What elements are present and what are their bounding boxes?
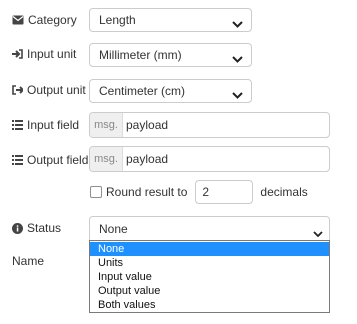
round-label: Round result to xyxy=(106,185,188,199)
chevron-down-icon xyxy=(313,226,323,240)
type-selector[interactable]: msg. xyxy=(90,147,123,171)
status-select[interactable]: None xyxy=(89,216,330,241)
status-option-both-values[interactable]: Both values xyxy=(90,298,329,312)
category-label: Category xyxy=(12,13,77,27)
output-field-label: Output field xyxy=(12,153,88,167)
chevron-down-icon xyxy=(232,52,243,66)
round-checkbox[interactable] xyxy=(90,186,102,198)
chevron-down-icon xyxy=(232,88,243,102)
category-select[interactable]: Length xyxy=(89,8,252,32)
status-option-units[interactable]: Units xyxy=(90,256,329,270)
round-row: Round result to 2 decimals xyxy=(90,180,308,204)
type-selector[interactable]: msg. xyxy=(90,113,123,137)
info-circle-icon xyxy=(12,222,23,234)
output-unit-select[interactable]: Centimeter (cm) xyxy=(89,79,252,103)
decimals-input[interactable]: 2 xyxy=(195,180,254,204)
output-field-value[interactable]: payload xyxy=(123,147,168,171)
status-option-none[interactable]: None xyxy=(90,242,329,256)
envelope-icon xyxy=(12,15,24,25)
status-option-input-value[interactable]: Input value xyxy=(90,270,329,284)
input-field-typed-input[interactable]: msg. payload xyxy=(89,112,330,138)
list-icon xyxy=(12,120,23,130)
decimals-suffix: decimals xyxy=(260,185,308,199)
chevron-down-icon xyxy=(232,17,243,31)
status-label: Status xyxy=(12,221,61,235)
status-dropdown-list: None Units Input value Output value Both… xyxy=(89,240,330,313)
input-unit-label: Input unit xyxy=(12,47,76,61)
input-field-label: Input field xyxy=(12,118,79,132)
output-field-typed-input[interactable]: msg. payload xyxy=(89,146,330,172)
input-unit-select[interactable]: Millimeter (mm) xyxy=(89,43,252,67)
status-option-output-value[interactable]: Output value xyxy=(90,284,329,298)
input-field-value[interactable]: payload xyxy=(123,113,168,137)
sign-in-icon xyxy=(12,49,23,59)
list-icon xyxy=(12,155,23,165)
sign-out-icon xyxy=(12,85,23,95)
output-unit-label: Output unit xyxy=(12,83,86,97)
name-label: Name xyxy=(12,254,45,268)
